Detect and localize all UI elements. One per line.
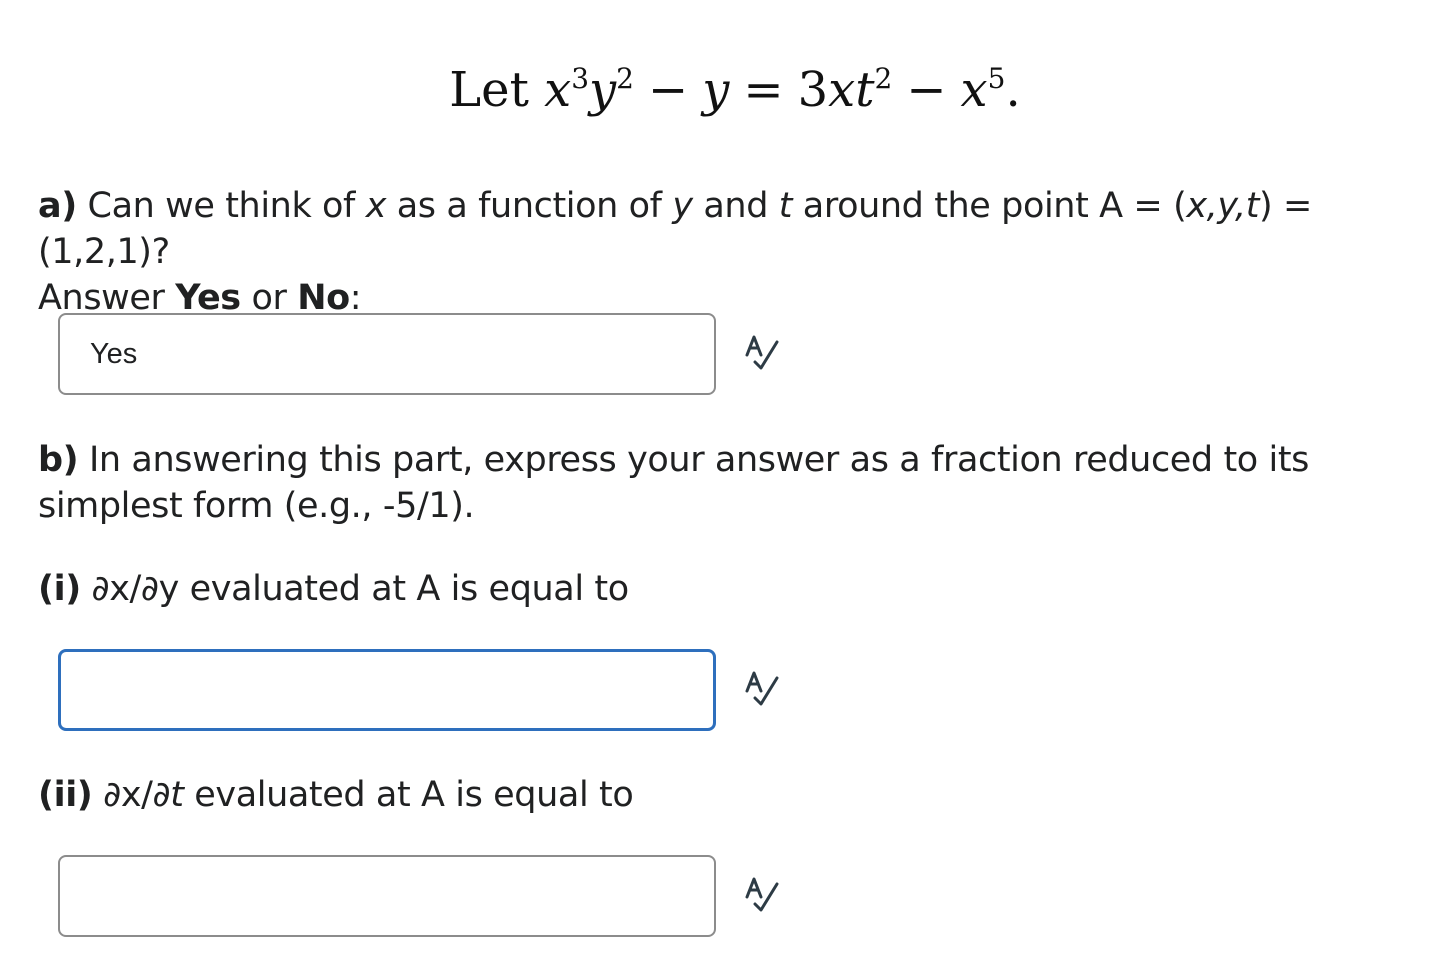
equation-term: x <box>960 62 988 118</box>
question-b-ii-text: evaluated at A is equal to <box>183 775 634 815</box>
question-b-label: b) <box>38 440 79 480</box>
equation-operator: = <box>743 62 784 118</box>
equation-term: y <box>589 62 617 118</box>
question-b-i: (i) ∂x/∂y evaluated at A is equal to <box>38 566 1433 612</box>
question-b-ii-label: (ii) <box>38 775 93 815</box>
equation-operator: − <box>648 62 689 118</box>
question-a-text: or <box>240 278 298 318</box>
question-b: b) In answering this part, express your … <box>38 437 1433 529</box>
option-no-text: No <box>297 278 350 318</box>
question-a-text: and <box>692 186 779 226</box>
question-b-text: In answering this part, express your ans… <box>38 440 1310 526</box>
equation-exponent: 3 <box>571 62 590 95</box>
point-variables: x,y,t <box>1186 186 1260 226</box>
equation-period: . <box>1005 62 1021 118</box>
variable-t: t <box>778 186 793 226</box>
variable-t: t <box>170 775 184 815</box>
equation-operator: − <box>906 62 947 118</box>
question-a-text: as a function of <box>386 186 673 226</box>
equation-term: x <box>544 62 572 118</box>
equation-prefix: Let <box>449 62 529 118</box>
option-yes-text: Yes <box>175 278 241 318</box>
question-a: a) Can we think of x as a function of y … <box>38 183 1433 321</box>
question-a-text: around the point A = ( <box>792 186 1187 226</box>
question-b-ii: (ii) ∂x/∂t evaluated at A is equal to <box>38 772 1433 818</box>
question-a-text: : <box>349 278 362 318</box>
spell-check-icon[interactable] <box>741 876 785 916</box>
equation-term: x <box>828 62 856 118</box>
variable-y: y <box>672 186 693 226</box>
question-b-ii-text: ∂x/∂ <box>92 775 171 815</box>
equation-exponent: 2 <box>874 62 893 95</box>
equation: Let x3y2− y = 3xt2− x5. <box>0 62 1440 118</box>
answer-b-i-input[interactable] <box>58 649 716 731</box>
answer-a-input[interactable] <box>58 313 716 395</box>
equation-coefficient: 3 <box>797 62 829 118</box>
spell-check-icon[interactable] <box>741 334 785 374</box>
question-b-i-label: (i) <box>38 569 81 609</box>
question-a-text: Answer <box>38 278 176 318</box>
question-a-label: a) <box>38 186 77 226</box>
spell-check-icon[interactable] <box>741 670 785 710</box>
equation-exponent: 2 <box>616 62 634 95</box>
equation-exponent: 5 <box>987 62 1006 95</box>
equation-term: t <box>855 62 875 118</box>
answer-b-ii-input[interactable] <box>58 855 716 937</box>
question-b-i-text: ∂x/∂y evaluated at A is equal to <box>80 569 630 609</box>
equation-term: y <box>702 62 730 118</box>
question-a-text: Can we think of <box>76 186 366 226</box>
variable-x: x <box>365 186 387 226</box>
